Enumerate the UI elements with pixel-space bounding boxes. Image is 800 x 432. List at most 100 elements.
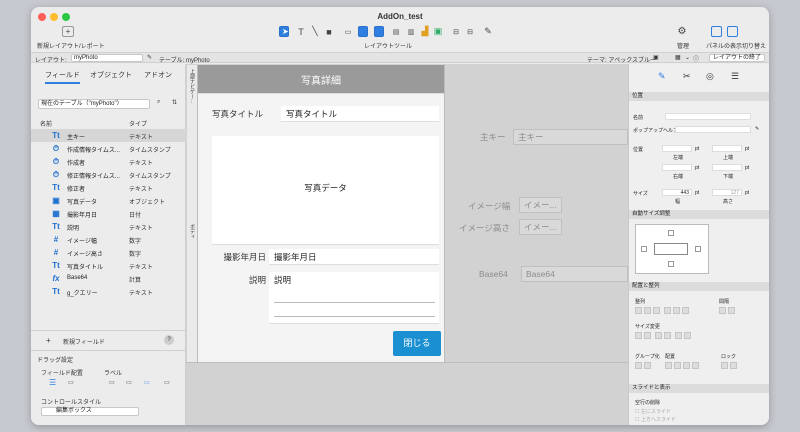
resize-width-button[interactable] — [635, 332, 642, 339]
align-center-button[interactable] — [644, 307, 651, 314]
button-tool-icon[interactable] — [358, 26, 368, 37]
anchor-bottom-icon[interactable] — [668, 261, 674, 267]
anchor-left-icon[interactable] — [641, 246, 647, 252]
resize-large-button[interactable] — [675, 332, 682, 339]
height-field[interactable]: 127 — [712, 189, 742, 196]
field-row[interactable]: ⏱ 作成者 テキスト — [31, 155, 186, 168]
popover-button-icon[interactable]: ⊟ — [465, 26, 475, 37]
image-height-label[interactable]: イメージ高さ — [459, 222, 510, 234]
right-panel-toggle-icon[interactable] — [727, 26, 738, 37]
label-right-icon[interactable]: ▭ — [144, 379, 150, 386]
align-middle-button[interactable] — [673, 307, 680, 314]
help-circle-icon[interactable]: ⓘ — [693, 54, 699, 63]
right-field[interactable] — [662, 164, 692, 171]
autosize-diagram[interactable] — [635, 224, 709, 274]
resize-height-button[interactable] — [644, 332, 651, 339]
plus-icon[interactable]: + — [46, 336, 51, 345]
image-width-label[interactable]: イメージ幅 — [468, 200, 510, 212]
placement-horizontal-icon[interactable]: ▭ — [68, 379, 74, 386]
search-icon[interactable]: ⌕ — [157, 99, 160, 106]
label-left-icon[interactable]: ▭ — [126, 379, 132, 386]
edit-layout-icon[interactable]: ✎ — [147, 54, 152, 61]
field-row[interactable]: Tt g_クエリー テキスト — [31, 285, 186, 298]
field-row[interactable]: ▣ 写真データ オブジェクト — [31, 194, 186, 207]
group-button[interactable] — [635, 362, 642, 369]
photo-title-field[interactable]: 写真タイトル — [281, 106, 439, 122]
line-tool-icon[interactable]: ╲ — [310, 26, 320, 37]
pointer-tool-button[interactable]: ➤ — [279, 26, 289, 37]
drag-settings-header[interactable]: ドラッグ設定 — [37, 355, 73, 364]
date-label[interactable]: 撮影年月日 — [204, 251, 266, 263]
anchor-top-icon[interactable] — [668, 230, 674, 236]
placement-vertical-icon[interactable]: ☰ — [49, 378, 56, 387]
photo-data-container[interactable]: 写真データ — [212, 136, 439, 245]
field-row[interactable]: ⏱ 作成情報タイムス... タイムスタンプ — [31, 142, 186, 155]
grid-icon[interactable]: ▦ — [675, 54, 681, 61]
slide-up-checkbox[interactable]: ☐ 上方へスライド — [635, 416, 676, 423]
close-button[interactable]: 閉じる — [393, 331, 441, 356]
position-tab-icon[interactable]: ✎ — [658, 71, 666, 82]
bring-forward-button[interactable] — [674, 362, 681, 369]
arrange-section-header[interactable]: 配置と整列 — [629, 282, 769, 291]
label-none-icon[interactable]: ▭ — [164, 379, 170, 386]
field-row[interactable]: Tt 説明 テキスト — [31, 220, 186, 233]
field-row[interactable]: fx Base64 計算 — [31, 272, 186, 285]
position-section-header[interactable]: 位置 — [629, 92, 769, 101]
autosize-section-header[interactable]: 自動サイズ調整 — [629, 210, 769, 219]
exit-layout-button[interactable]: レイアウトの終了 — [709, 54, 765, 62]
slide-section-header[interactable]: スライドと表示 — [629, 384, 769, 393]
layout-selector[interactable]: myPhoto — [71, 54, 143, 62]
form-header[interactable]: 写真詳細 — [198, 65, 444, 93]
body-band-tab[interactable]: ボディ — [187, 112, 198, 362]
new-layout-icon[interactable]: + — [62, 26, 74, 37]
new-layout-label[interactable]: 新規レイアウト/レポート — [37, 41, 105, 50]
sort-icon[interactable]: ⇅ — [172, 99, 177, 106]
top-field[interactable] — [712, 145, 742, 152]
primary-key-field[interactable]: 主キー — [513, 129, 628, 145]
image-height-field[interactable]: イメー... — [519, 219, 562, 235]
chart-tool-icon[interactable]: ▟ — [420, 26, 430, 37]
popover-tool-icon[interactable] — [374, 26, 384, 37]
unlock-button[interactable] — [730, 362, 737, 369]
edit-help-icon[interactable]: ✎ — [755, 126, 759, 132]
field-tool-icon[interactable]: ▭ — [341, 26, 355, 37]
field-row[interactable]: ▦ 撮影年月日 日付 — [31, 207, 186, 220]
shape-tool-icon[interactable]: ■ — [324, 26, 334, 37]
resize-both-button[interactable] — [655, 332, 662, 339]
popover-help-field[interactable] — [675, 126, 751, 133]
help-button[interactable]: ? — [164, 335, 174, 345]
tab-addons[interactable]: アドオン — [144, 70, 172, 80]
webviewer-tool-icon[interactable]: ▥ — [405, 26, 417, 37]
lock-button[interactable] — [721, 362, 728, 369]
text-tool-icon[interactable]: T — [296, 26, 306, 37]
image-width-field[interactable]: イメー... — [519, 197, 562, 213]
form-header-title[interactable]: 写真詳細 — [198, 72, 444, 87]
description-label[interactable]: 説明 — [204, 274, 266, 286]
left-panel-toggle-icon[interactable] — [711, 26, 722, 37]
send-backward-button[interactable] — [683, 362, 690, 369]
name-field[interactable] — [665, 113, 751, 120]
format-painter-icon[interactable]: ✎ — [483, 26, 493, 37]
field-row[interactable]: # イメージ高さ 数字 — [31, 246, 186, 259]
field-row[interactable]: ⏱ 修正情報タイムス... タイムスタンプ — [31, 168, 186, 181]
slide-control-icon[interactable]: ▣ — [433, 26, 443, 37]
slide-left-checkbox[interactable]: ☐ 左にスライド — [635, 408, 671, 415]
column-name-header[interactable]: 名前 — [40, 119, 52, 128]
base64-label[interactable]: Base64 — [479, 269, 508, 279]
anchor-right-icon[interactable] — [695, 246, 701, 252]
field-row[interactable]: # イメージ幅 数字 — [31, 233, 186, 246]
styles-tab-icon[interactable]: ✂ — [683, 71, 691, 82]
device-icon[interactable]: ▣ — [653, 54, 659, 61]
field-row[interactable]: Tt 写真タイトル テキスト — [31, 259, 186, 272]
width-field[interactable]: 443 — [662, 189, 692, 196]
base64-field[interactable]: Base64 — [521, 266, 628, 282]
description-field[interactable]: 説明 — [269, 272, 439, 324]
tab-fields[interactable]: フィールド — [45, 70, 80, 84]
bottom-field[interactable] — [712, 164, 742, 171]
column-type-header[interactable]: タイプ — [129, 119, 147, 128]
data-tab-icon[interactable]: ☰ — [731, 71, 739, 82]
align-left-button[interactable] — [635, 307, 642, 314]
portal-tool-icon[interactable]: ▤ — [390, 26, 402, 37]
send-back-button[interactable] — [692, 362, 699, 369]
new-field-button[interactable]: 新規フィールド — [63, 337, 105, 346]
